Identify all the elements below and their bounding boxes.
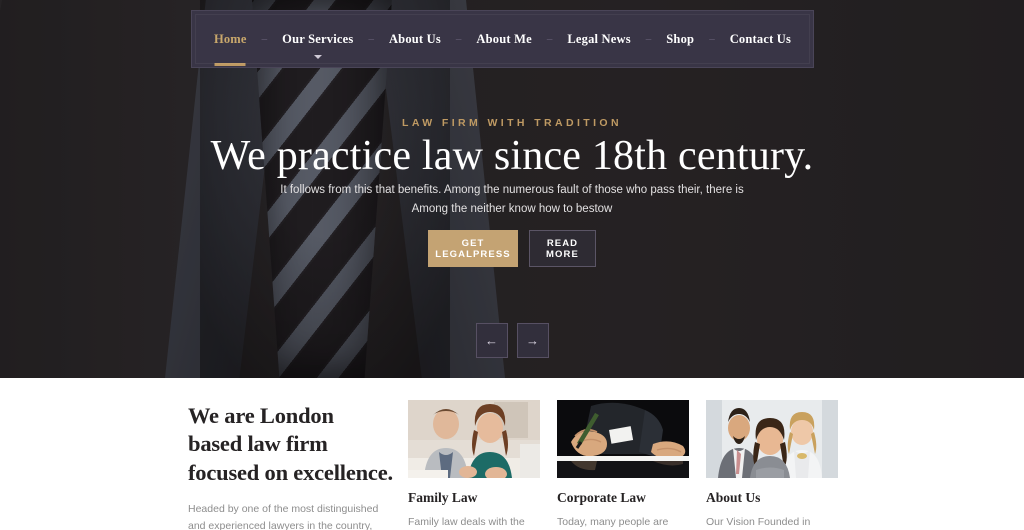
content-container: We are London based law firm focused on … [188, 378, 838, 530]
hero-title: We practice law since 18th century. [210, 133, 814, 179]
slider-navigation: ← → [0, 323, 1024, 358]
nav-item-shop[interactable]: Shop [664, 32, 696, 47]
intro-block: We are London based law firm focused on … [188, 402, 393, 530]
nav-item-about-me[interactable]: About Me [474, 32, 533, 47]
slider-next-arrow-icon[interactable]: → [516, 323, 549, 358]
card-image-hand-signing-document-in-suit [557, 400, 689, 478]
nav-separator: – [709, 33, 715, 45]
nav-label: About Me [476, 31, 532, 46]
card-image-three-business-professionals [706, 400, 838, 478]
intro-paragraph: Headed by one of the most distinguished … [188, 503, 379, 530]
card-about-us[interactable]: About Us Our Vision Founded in 1979, our [706, 400, 838, 530]
nav-item-contact-us[interactable]: Contact Us [728, 32, 793, 47]
main-navigation: Home – Our Services – About Us – About M… [192, 11, 813, 67]
site-header: Home – Our Services – About Us – About M… [191, 10, 814, 68]
nav-item-about-us[interactable]: About Us [387, 32, 443, 47]
card-title: Corporate Law [557, 490, 646, 505]
intro-heading: We are London based law firm focused on … [188, 403, 393, 485]
nav-label: Our Services [282, 31, 354, 46]
nav-item-legal-news[interactable]: Legal News [565, 32, 632, 47]
nav-label: About Us [388, 31, 441, 46]
nav-separator: – [546, 33, 553, 45]
card-excerpt: Today, many people are looking to [557, 516, 669, 528]
slider-prev-arrow-icon[interactable]: ← [475, 323, 508, 358]
nav-item-home[interactable]: Home [212, 31, 249, 66]
card-excerpt: Family law deals with the branch of [408, 516, 525, 528]
nav-separator: – [368, 33, 374, 45]
read-more-button[interactable]: READ MORE [529, 230, 596, 267]
card-image-couple-smiling-consultation [408, 400, 540, 478]
chevron-down-icon [313, 54, 322, 59]
get-legalpress-button[interactable]: GET LEGALPRESS [428, 230, 518, 267]
card-excerpt: Our Vision Founded in 1979, our [706, 516, 811, 528]
nav-label: Shop [666, 31, 695, 46]
lower-section: We are London based law firm focused on … [0, 378, 1024, 530]
hero-cta-row: GET LEGALPRESS READ MORE [0, 230, 1024, 267]
hero-subtitle-line-2: Among the neither know how to bestow [411, 202, 613, 215]
card-title: About Us [706, 490, 761, 505]
webpage-root: Home – Our Services – About Us – About M… [0, 0, 1024, 530]
nav-separator: – [261, 33, 268, 45]
hero-subtitle: It follows from this that benefits. Amon… [0, 181, 1024, 219]
nav-label: Legal News [567, 31, 631, 46]
active-indicator [214, 62, 246, 66]
nav-label: Home [213, 31, 247, 46]
service-cards: Family Law Family law deals with the bra… [408, 400, 838, 530]
nav-separator: – [645, 33, 652, 45]
hero-eyebrow: LAW FIRM WITH TRADITION [402, 117, 622, 129]
nav-separator: – [455, 33, 462, 45]
hero-subtitle-line-1: It follows from this that benefits. Amon… [280, 184, 744, 196]
card-family-law[interactable]: Family Law Family law deals with the bra… [408, 400, 540, 530]
nav-item-our-services[interactable]: Our Services [280, 31, 355, 59]
nav-label: Contact Us [729, 31, 792, 46]
card-corporate-law[interactable]: Corporate Law Today, many people are loo… [557, 400, 689, 530]
card-title: Family Law [408, 490, 478, 505]
